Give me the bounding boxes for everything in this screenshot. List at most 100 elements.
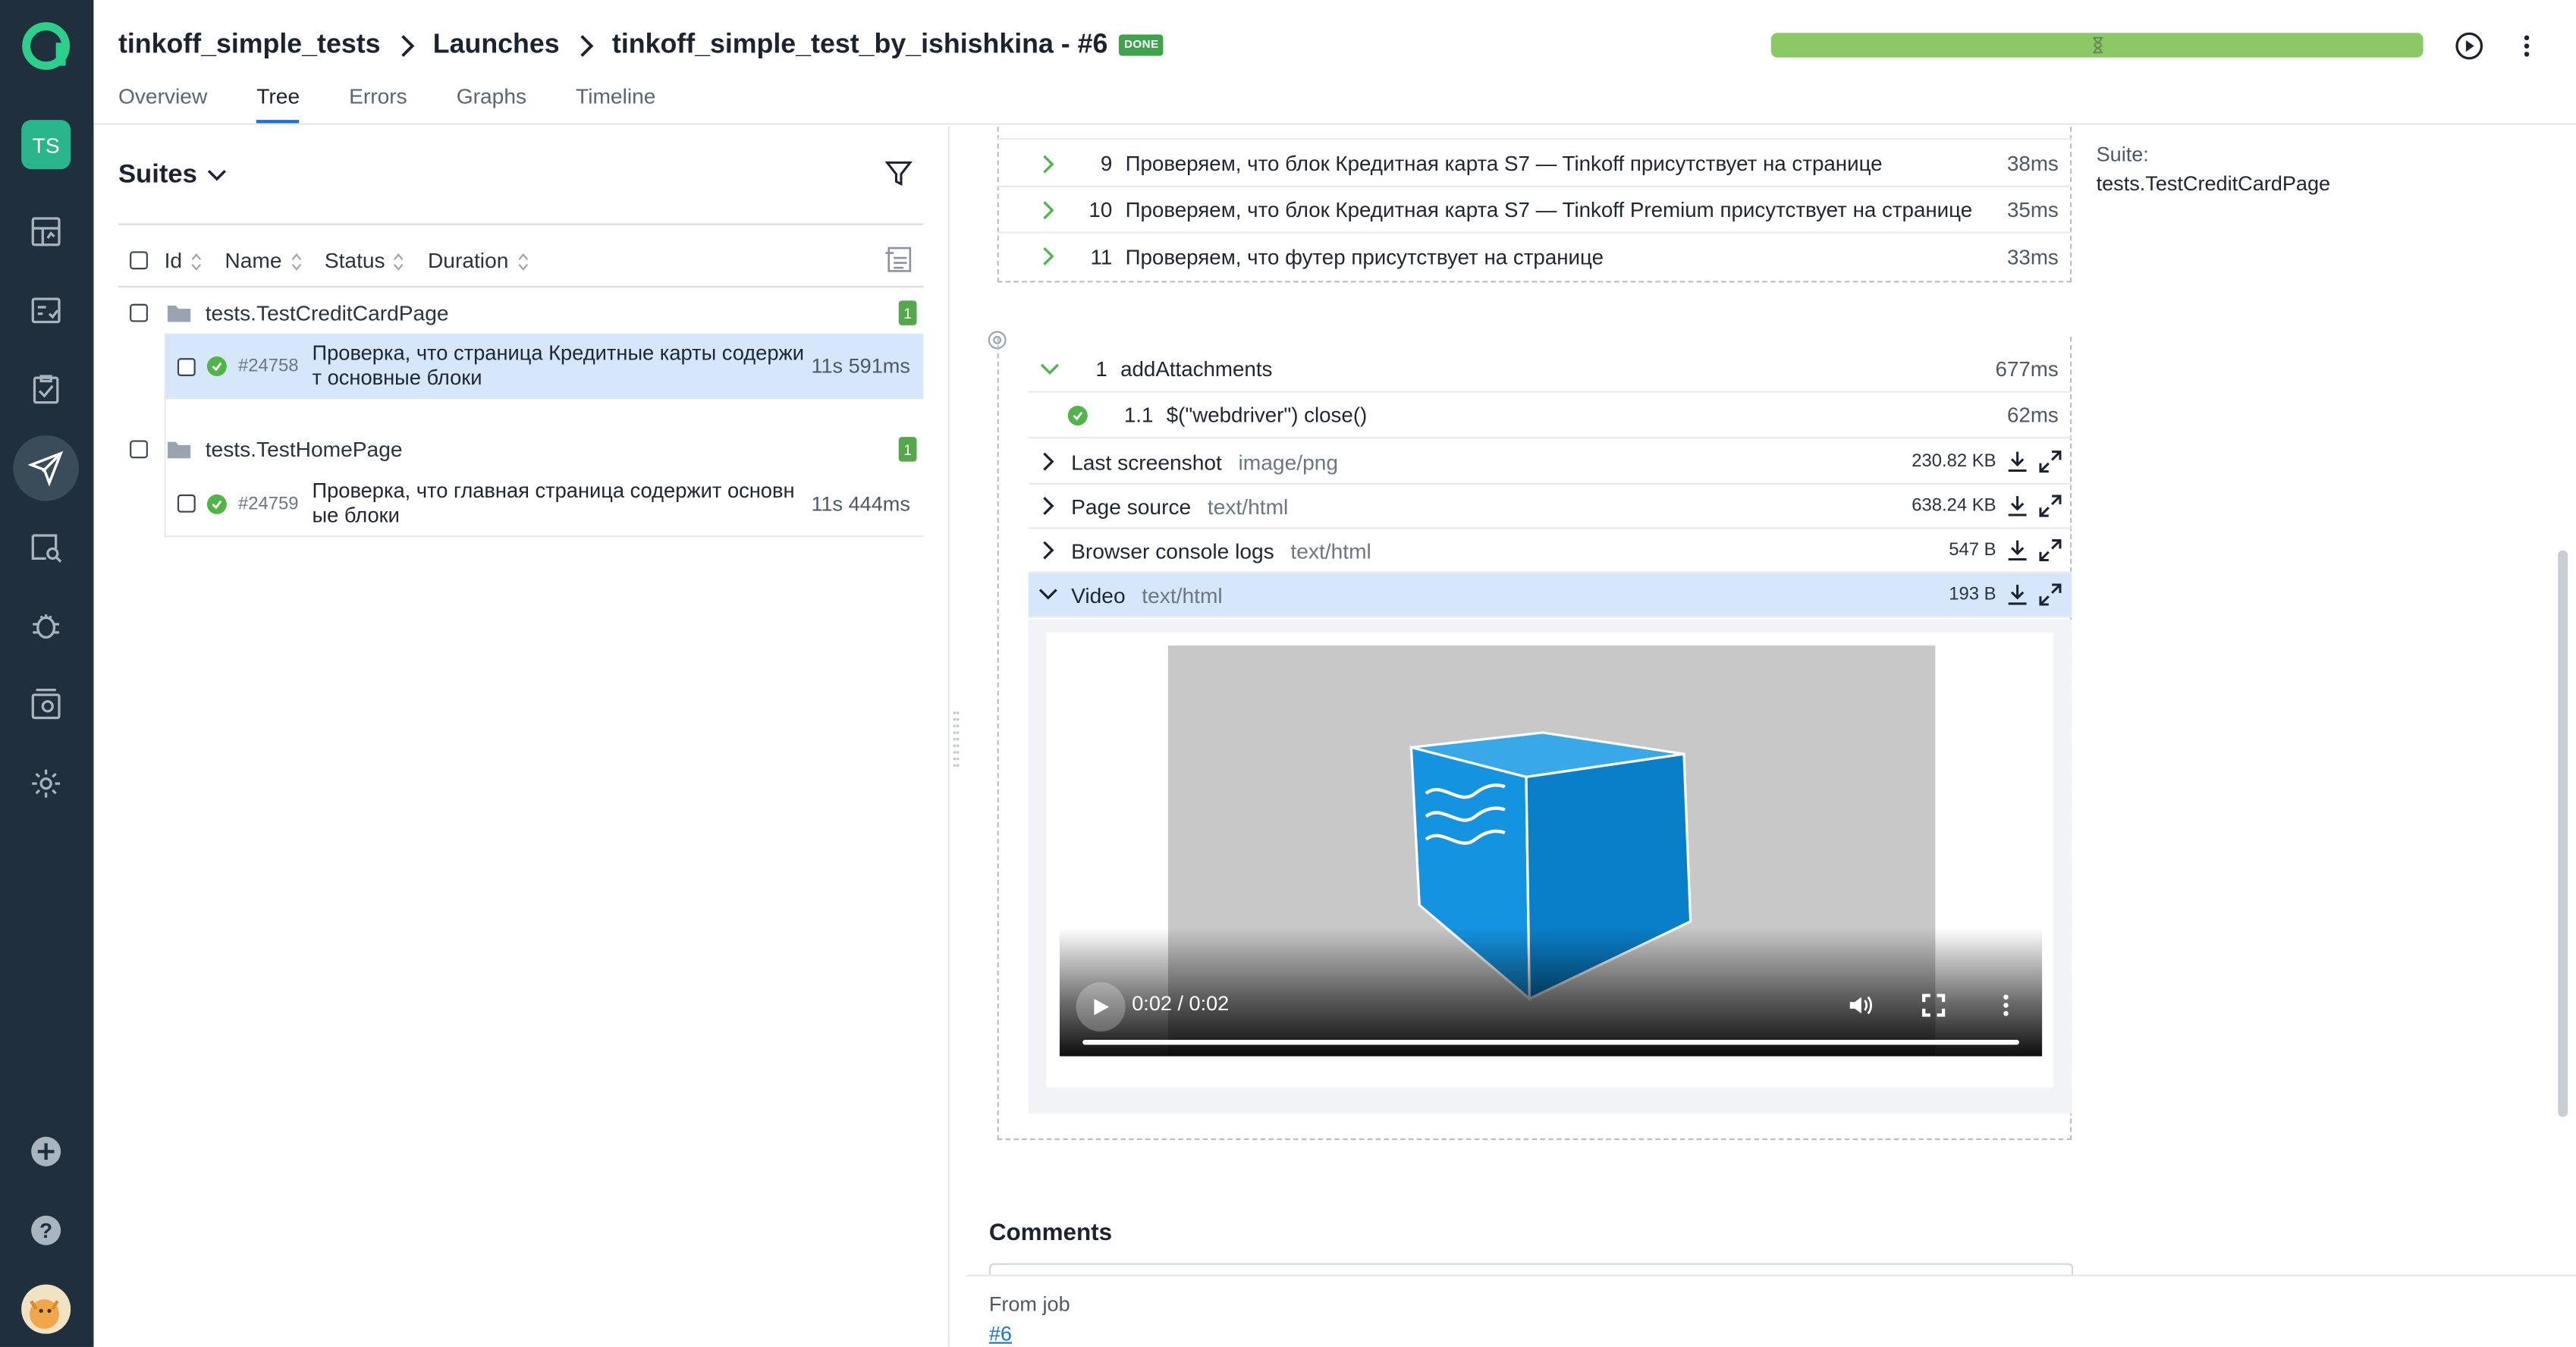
top-header: tinkoff_simple_tests Launches tinkoff_si… xyxy=(93,0,2576,125)
chevron-down-icon[interactable] xyxy=(1038,588,1058,601)
column-name[interactable]: Name xyxy=(225,247,301,272)
jobs-icon[interactable] xyxy=(21,680,71,730)
chevron-right-icon[interactable] xyxy=(1041,541,1054,560)
analytics-icon[interactable] xyxy=(21,523,71,572)
suites-dropdown[interactable]: Suites xyxy=(118,161,227,190)
download-icon[interactable] xyxy=(2006,495,2028,517)
expand-icon[interactable] xyxy=(2039,450,2062,473)
step-duration: 38ms xyxy=(2006,151,2059,176)
more-menu-button[interactable] xyxy=(2508,28,2545,64)
column-status[interactable]: Status xyxy=(325,247,405,272)
attachment-type: text/html xyxy=(1142,582,1223,608)
tab-tree[interactable]: Tree xyxy=(256,83,300,124)
test-plans-icon[interactable] xyxy=(21,365,71,414)
kebab-icon xyxy=(2524,35,2530,57)
launch-title: tinkoff_simple_test_by_ishishkina - #6 xyxy=(611,29,1108,59)
suite-checkbox[interactable] xyxy=(130,439,148,458)
nav-rail: TS ? xyxy=(0,0,94,1347)
suite-name: tests.TestHomePage xyxy=(205,436,403,461)
substep-duration: 62ms xyxy=(2006,402,2059,428)
select-all-checkbox[interactable] xyxy=(130,250,148,269)
attachment-size: 547 B xyxy=(1949,540,1996,560)
chevron-right-icon[interactable] xyxy=(1033,246,1063,266)
step-name: Проверяем, что футер присутствует на стр… xyxy=(1125,243,1604,269)
attachment-size: 230.82 KB xyxy=(1912,451,1996,472)
breadcrumb-launches[interactable]: Launches xyxy=(433,30,560,61)
video-play-button[interactable] xyxy=(1076,982,1126,1032)
chevron-right-icon[interactable] xyxy=(1033,199,1063,219)
step-row[interactable]: 11 Проверяем, что футер присутствует на … xyxy=(997,234,2072,280)
defects-icon[interactable] xyxy=(21,601,71,651)
chevron-down-icon[interactable] xyxy=(1035,363,1064,375)
video-player[interactable]: 0:02 / 0:02 xyxy=(1059,645,2043,1057)
fullscreen-icon xyxy=(1922,994,1946,1017)
attachment-name: Last screenshot xyxy=(1071,449,1222,474)
allure-logo-icon[interactable] xyxy=(20,20,72,72)
video-more-button[interactable] xyxy=(1986,985,2025,1025)
download-icon[interactable] xyxy=(2006,538,2028,561)
test-checkbox[interactable] xyxy=(177,494,196,513)
chevron-right-icon[interactable] xyxy=(1041,496,1054,516)
play-circle-icon xyxy=(2455,32,2483,60)
expand-icon[interactable] xyxy=(2039,583,2062,606)
scrollbar-thumb[interactable] xyxy=(2558,550,2568,1117)
status-badge: DONE xyxy=(1119,34,1164,56)
chevron-right-icon[interactable] xyxy=(1041,452,1054,472)
substep-row[interactable]: 1.1 $("webdriver") close() 62ms xyxy=(1028,393,2072,439)
fixture-row[interactable]: 1 addAttachments 677ms xyxy=(1028,347,2072,393)
tab-timeline[interactable]: Timeline xyxy=(576,83,655,123)
video-volume-button[interactable] xyxy=(1840,985,1880,1025)
column-id[interactable]: Id xyxy=(165,247,202,272)
download-icon[interactable] xyxy=(2006,450,2028,473)
test-cases-icon[interactable] xyxy=(21,286,71,335)
job-link[interactable]: #6 xyxy=(989,1322,1012,1345)
comments-title: Comments xyxy=(988,1220,1113,1247)
help-icon[interactable]: ? xyxy=(21,1206,71,1255)
suite-checkbox[interactable] xyxy=(130,303,148,322)
attachment-row[interactable]: Browser console logs text/html 547 B xyxy=(1028,529,2072,573)
tab-errors[interactable]: Errors xyxy=(349,83,407,123)
step-row[interactable]: 9 Проверяем, что блок Кредитная карта S7… xyxy=(997,141,2072,187)
filter-button[interactable] xyxy=(884,159,913,189)
step-row[interactable]: 10 Проверяем, что блок Кредитная карта S… xyxy=(997,187,2072,234)
project-avatar[interactable]: TS xyxy=(21,120,71,170)
suite-row[interactable]: tests.TestHomePage 1 xyxy=(118,427,923,469)
test-result-panel: 9 Проверяем, что блок Кредитная карта S7… xyxy=(966,126,2576,1347)
tree-test-row[interactable]: #24758 Проверка, что страница Кредитные … xyxy=(164,333,924,400)
sort-icon xyxy=(394,253,404,270)
video-fullscreen-button[interactable] xyxy=(1914,985,1953,1025)
launches-icon[interactable] xyxy=(13,435,79,501)
drag-handle-icon[interactable] xyxy=(953,710,960,776)
substep-name: $("webdriver") close() xyxy=(1166,402,1368,428)
suite-row[interactable]: tests.TestCreditCardPage 1 xyxy=(118,290,923,333)
fixture-name: addAttachments xyxy=(1120,356,1273,381)
user-avatar[interactable] xyxy=(21,1284,71,1334)
test-id: #24759 xyxy=(238,493,299,513)
step-duration: 33ms xyxy=(2006,243,2059,269)
expand-icon[interactable] xyxy=(2039,495,2062,517)
video-progress-track[interactable] xyxy=(1082,1039,2019,1045)
expand-icon[interactable] xyxy=(2039,538,2062,562)
chevron-right-icon[interactable] xyxy=(1033,154,1063,174)
dashboard-icon[interactable] xyxy=(21,207,71,256)
group-settings-icon[interactable] xyxy=(884,246,913,273)
step-name: Проверяем, что блок Кредитная карта S7 —… xyxy=(1125,151,1883,176)
attachment-row[interactable]: Page source text/html 638.24 KB xyxy=(1028,485,2072,529)
attachment-size: 193 B xyxy=(1949,585,1996,605)
add-icon[interactable] xyxy=(21,1127,71,1176)
test-checkbox[interactable] xyxy=(177,357,196,375)
tab-graphs[interactable]: Graphs xyxy=(457,83,526,123)
download-icon[interactable] xyxy=(2006,583,2028,606)
test-id: #24758 xyxy=(238,356,299,376)
settings-icon[interactable] xyxy=(21,759,71,809)
column-duration[interactable]: Duration xyxy=(428,247,528,272)
tab-overview[interactable]: Overview xyxy=(118,83,207,123)
tree-test-row[interactable]: #24759 Проверка, что главная страница со… xyxy=(164,472,924,538)
rerun-button[interactable] xyxy=(2451,28,2487,64)
tree-column-header: Id Name Status Duration xyxy=(118,234,924,288)
suite-count-badge: 1 xyxy=(898,437,917,462)
attachment-row[interactable]: Last screenshot image/png 230.82 KB xyxy=(1028,440,2072,485)
pane-splitter[interactable] xyxy=(947,126,965,1347)
breadcrumb-project[interactable]: tinkoff_simple_tests xyxy=(118,30,381,61)
attachment-row[interactable]: Video text/html 193 B xyxy=(1028,573,2072,618)
